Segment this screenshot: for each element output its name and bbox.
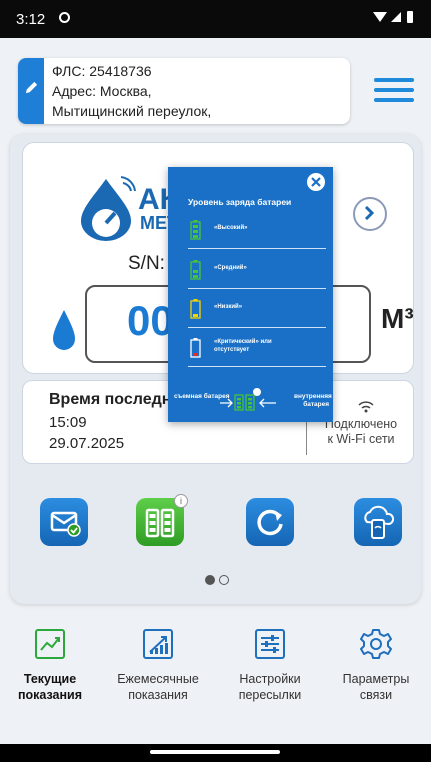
page-dot[interactable]	[219, 575, 229, 585]
page-dot-active[interactable]	[205, 575, 215, 585]
nav-label-line-2: показания	[128, 688, 188, 702]
edit-tab[interactable]	[18, 58, 44, 124]
reading-value: 00	[127, 297, 174, 344]
internal-battery-label: внутренняя батарея	[294, 393, 332, 408]
page-indicator	[203, 572, 231, 590]
level-label: «Средний»	[214, 265, 247, 271]
notification-icon	[59, 12, 70, 23]
account-info: ФЛС: 25418736 Адрес: Москва, Мытищинский…	[52, 61, 211, 121]
nav-current-readings[interactable]: Текущие показания	[0, 628, 100, 703]
nav-label-line-1: Параметры	[342, 672, 410, 686]
status-icons	[371, 10, 417, 28]
level-label: «Низкий»	[214, 304, 243, 310]
battery-level-high: «Высокий»	[188, 216, 328, 252]
chevron-right-icon	[364, 206, 375, 220]
mail-check-icon	[50, 511, 81, 537]
menu-icon[interactable]	[374, 78, 414, 108]
serial-number-label: S/N:	[128, 253, 165, 274]
level-label: «Критический» или отсутствует	[214, 339, 272, 353]
close-icon	[311, 177, 321, 187]
wifi-icon	[358, 401, 374, 413]
send-readings-button[interactable]	[40, 498, 88, 546]
battery-high-icon	[190, 220, 201, 240]
cloud-phone-icon	[364, 505, 395, 539]
system-nav-bar	[0, 744, 431, 762]
nav-label-line-2: связи	[359, 688, 393, 702]
status-bar: 3:12	[0, 0, 431, 38]
nav-monthly-readings[interactable]: Ежемесячные показания	[108, 628, 208, 703]
last-reading-time: 15:09	[49, 414, 87, 431]
nav-label: Ежемесячные показания	[108, 671, 208, 703]
nav-label: Параметры связи	[326, 671, 426, 703]
refresh-button[interactable]	[246, 498, 294, 546]
battery-level-medium: «Средний»	[188, 256, 328, 292]
battery-level-low: «Низкий»	[188, 295, 328, 331]
battery-pair-icon	[220, 388, 276, 411]
gear-icon	[360, 629, 392, 659]
battery-status-button[interactable]: i	[136, 494, 188, 546]
last-reading-date: 29.07.2025	[49, 435, 125, 452]
aquametr-logo-icon	[81, 176, 136, 241]
next-meter-button[interactable]	[353, 197, 387, 231]
signal-battery-icon	[373, 11, 413, 23]
popup-title: Уровень заряда батареи	[188, 197, 292, 207]
battery-medium-icon	[190, 260, 201, 280]
battery-info-popup: Уровень заряда батареи «Высокий» «Средни…	[168, 167, 333, 422]
nav-label-line-1: Ежемесячные	[117, 672, 199, 686]
refresh-icon	[257, 509, 283, 536]
nav-forwarding-settings[interactable]: Настройки пересылки	[220, 628, 320, 703]
app-screen: ФЛС: 25418736 Адрес: Москва, Мытищинский…	[0, 38, 431, 744]
connection-line-2: к Wi-Fi сети	[327, 432, 395, 446]
monthly-chart-icon	[143, 629, 173, 659]
status-time: 3:12	[16, 11, 46, 28]
account-card[interactable]: ФЛС: 25418736 Адрес: Москва, Мытищинский…	[18, 58, 350, 124]
battery-critical-icon	[190, 338, 201, 358]
cloud-sync-button[interactable]	[354, 498, 402, 546]
address-line-1: Адрес: Москва,	[52, 83, 152, 99]
nav-connection-settings[interactable]: Параметры связи	[326, 628, 426, 703]
trend-chart-icon	[35, 629, 65, 659]
close-button[interactable]	[307, 173, 325, 191]
level-label: «Высокий»	[214, 225, 248, 231]
nav-label-line-1: Настройки	[239, 672, 301, 686]
home-indicator[interactable]	[150, 750, 280, 754]
info-badge-icon: i	[174, 494, 188, 508]
nav-label-line-2: показания	[17, 688, 83, 702]
nav-label-line-2: пересылки	[238, 688, 302, 702]
fls-number: ФЛС: 25418736	[52, 63, 152, 79]
address-line-2: Мытищинский переулок,	[52, 103, 212, 119]
pencil-icon	[25, 81, 38, 94]
nav-label-line-1: Текущие	[23, 672, 77, 686]
bottom-navigation: Текущие показания Ежемесячные показания	[0, 618, 431, 734]
battery-level-critical: «Критический» или отсутствует	[188, 334, 328, 370]
nav-label: Настройки пересылки	[220, 671, 320, 703]
battery-low-icon	[190, 299, 201, 319]
sliders-icon	[255, 629, 285, 659]
unit-label: М³	[381, 303, 414, 334]
nav-label: Текущие показания	[0, 671, 100, 703]
water-drop-icon	[53, 310, 75, 350]
